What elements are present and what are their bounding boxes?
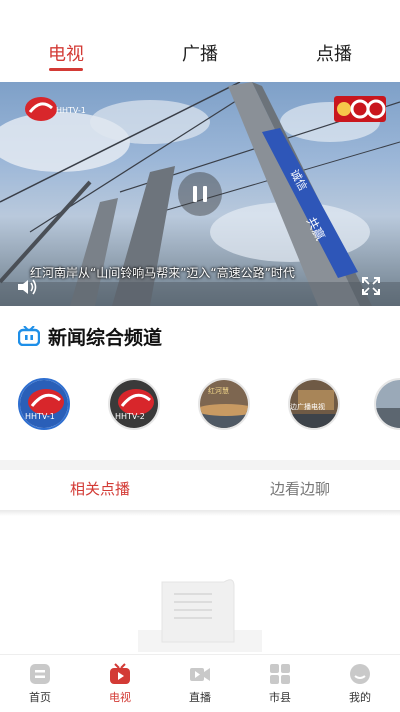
nav-home[interactable]: 首页 (10, 663, 70, 705)
home-icon (30, 664, 50, 684)
tab-related-vod[interactable]: 相关点播 (70, 478, 130, 499)
tab-tv[interactable]: 电视 (48, 40, 84, 66)
pause-icon-bar (203, 186, 207, 202)
fullscreen-icon[interactable] (362, 277, 380, 295)
station-logo-text: HHTV-1 (56, 106, 86, 115)
section-title: 新闻综合频道 (48, 326, 163, 349)
nav-profile[interactable]: 我的 (330, 663, 390, 705)
channel-list: HHTV-1 HHTV-2 红河慧 边广播电视 (18, 378, 400, 432)
channel-name: 边广播电视 (290, 403, 325, 411)
tab-radio[interactable]: 广播 (182, 40, 218, 66)
anniversary-badge-icon (334, 96, 386, 122)
profile-icon (350, 664, 370, 684)
bottom-nav: 首页 电视 直播 市县 我的 (0, 654, 400, 712)
volume-icon[interactable] (16, 278, 38, 296)
channel-4[interactable]: 边广播电视 (288, 378, 340, 430)
nav-label: 市县 (269, 691, 291, 704)
nav-label: 我的 (349, 691, 371, 704)
channel-thumbnail-icon (376, 380, 400, 428)
channel-3[interactable]: 红河慧 (198, 378, 250, 430)
nav-label: 电视 (109, 691, 131, 704)
grid-icon (270, 664, 290, 684)
station-logo-icon (25, 97, 57, 121)
channel-section-header: 新闻综合频道 (18, 322, 162, 350)
channel-logo-icon (110, 380, 158, 428)
video-subtitle: 红河南岸从“山间铃响马帮来”迈入“高速公路”时代 (30, 266, 295, 280)
channel-logo-icon (20, 380, 68, 428)
tab-watch-and-chat[interactable]: 边看边聊 (270, 478, 330, 499)
tv-icon (18, 326, 40, 346)
channel-hhtv-1[interactable]: HHTV-1 (18, 378, 70, 430)
pause-icon (193, 186, 197, 202)
tv-icon (110, 663, 130, 684)
nav-tv[interactable]: 电视 (90, 663, 150, 705)
nav-city-county[interactable]: 市县 (250, 663, 310, 705)
pause-button[interactable] (178, 172, 222, 216)
nav-label: 首页 (29, 691, 51, 704)
section-separator (0, 460, 400, 470)
channel-5[interactable] (374, 378, 400, 430)
channel-hhtv-2[interactable]: HHTV-2 (108, 378, 160, 430)
nav-label: 直播 (189, 691, 211, 704)
sub-tab-bar: 相关点播 边看边聊 (0, 470, 400, 510)
live-video-icon (190, 668, 210, 681)
video-player[interactable]: 诚信 共赢 HHTV-1 红河南岸从“山间铃响马帮来”迈入“高速公路”时代 (0, 82, 400, 306)
channel-name: HHTV-2 (115, 412, 145, 421)
channel-name: HHTV-1 (25, 412, 55, 421)
nav-live[interactable]: 直播 (170, 663, 230, 705)
empty-document-icon (138, 579, 262, 652)
channel-name: 红河慧 (208, 387, 229, 395)
divider (0, 510, 400, 516)
active-tab-indicator (49, 68, 83, 71)
tab-on-demand[interactable]: 点播 (316, 40, 352, 66)
top-tab-bar: 电视 广播 点播 (0, 0, 400, 82)
